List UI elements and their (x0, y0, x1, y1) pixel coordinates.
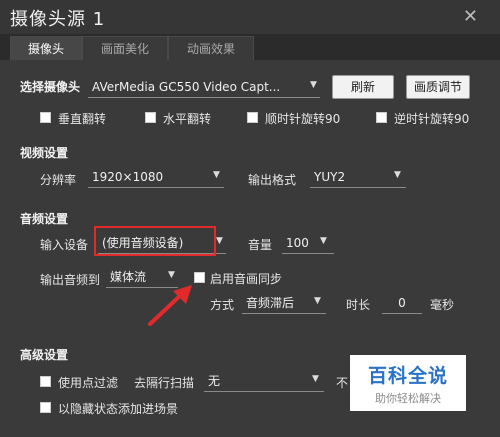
deinterlace-dropdown[interactable]: 无 (204, 370, 324, 392)
camera-select-label: 选择摄像头 (20, 80, 81, 94)
audio-settings-header: 音频设置 (20, 212, 69, 226)
tab-bar: 摄像头 画面美化 动画效果 (0, 34, 500, 60)
chevron-down-icon: ▼ (394, 170, 401, 180)
truncated-option-label: 不 (336, 376, 349, 390)
watermark-logo: 百科全说 助你轻松解决 (350, 355, 466, 411)
rotate-cw-checkbox[interactable] (247, 112, 258, 123)
resolution-label: 分辨率 (40, 173, 77, 187)
tab-animation[interactable]: 动画效果 (168, 36, 254, 60)
close-icon[interactable]: ✕ (463, 6, 478, 27)
chevron-down-icon: ▼ (310, 80, 317, 90)
video-settings-header: 视频设置 (20, 146, 69, 160)
point-filter-checkbox[interactable] (40, 376, 51, 387)
duration-label: 时长 (346, 298, 371, 312)
refresh-button[interactable]: 刷新 (332, 75, 394, 99)
annotation-arrow-icon (148, 285, 192, 326)
camera-device-dropdown[interactable]: AVerMedia GC550 Video Capt... (88, 76, 320, 98)
watermark-subtitle: 助你轻松解决 (375, 392, 441, 405)
output-format-dropdown[interactable]: YUY2 (310, 166, 406, 188)
chevron-down-icon: ▼ (213, 170, 220, 180)
horizontal-flip-label: 水平翻转 (163, 112, 212, 126)
sync-mode-label: 方式 (210, 298, 235, 312)
input-device-label: 输入设备 (40, 238, 89, 252)
title-bar: 摄像头源 1 ✕ (0, 0, 500, 34)
dialog-window: 摄像头源 1 ✕ 摄像头 画面美化 动画效果 选择摄像头 AVerMedia G… (0, 0, 500, 437)
chevron-down-icon: ▼ (320, 236, 327, 246)
tab-beautify[interactable]: 画面美化 (82, 36, 168, 60)
chevron-down-icon: ▼ (314, 296, 321, 306)
advanced-settings-header: 高级设置 (20, 348, 69, 362)
point-filter-label: 使用点过滤 (58, 376, 119, 390)
rotate-ccw-checkbox[interactable] (376, 112, 387, 123)
watermark-title: 百科全说 (367, 365, 448, 387)
duration-unit: 毫秒 (430, 298, 455, 312)
av-sync-label: 启用音画同步 (210, 272, 283, 286)
rotate-cw-label: 顺时针旋转90 (265, 112, 341, 126)
highlight-box (94, 226, 216, 256)
deinterlace-label: 去隔行扫描 (134, 376, 195, 390)
horizontal-flip-checkbox[interactable] (145, 112, 156, 123)
hidden-add-label: 以隐藏状态添加进场景 (58, 402, 179, 416)
vertical-flip-label: 垂直翻转 (58, 112, 107, 126)
hidden-add-checkbox[interactable] (40, 402, 51, 413)
output-audio-label: 输出音频到 (40, 273, 101, 287)
resolution-dropdown[interactable]: 1920×1080 (88, 166, 224, 188)
output-format-label: 输出格式 (248, 173, 297, 187)
duration-input[interactable]: 0 (382, 292, 422, 314)
volume-label: 音量 (248, 238, 273, 252)
quality-adjust-button[interactable]: 画质调节 (406, 75, 470, 99)
tab-camera[interactable]: 摄像头 (10, 36, 82, 60)
rotate-ccw-label: 逆时针旋转90 (394, 112, 470, 126)
chevron-down-icon: ▼ (312, 374, 319, 384)
vertical-flip-checkbox[interactable] (40, 112, 51, 123)
chevron-down-icon: ▼ (168, 270, 175, 280)
chevron-down-icon: ▼ (216, 236, 223, 246)
window-title: 摄像头源 1 (10, 9, 106, 30)
